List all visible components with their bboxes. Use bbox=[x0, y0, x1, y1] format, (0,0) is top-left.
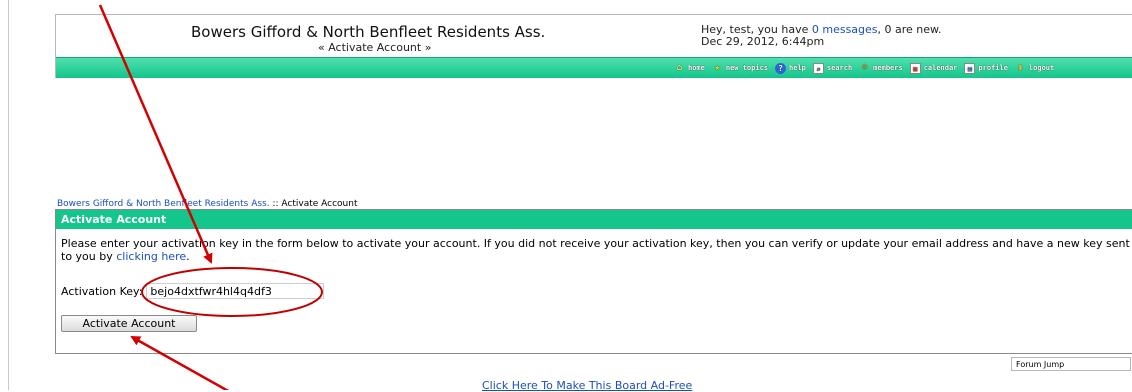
nav-help-label: help bbox=[789, 64, 806, 72]
breadcrumb-current: Activate Account bbox=[281, 199, 358, 209]
breadcrumb-separator: :: bbox=[269, 199, 282, 209]
nav-home[interactable]: ⌂ home bbox=[674, 63, 705, 74]
calendar-icon: ▦ bbox=[909, 62, 921, 74]
instructions-end: . bbox=[186, 250, 190, 263]
nav-logout-label: logout bbox=[1028, 64, 1055, 72]
breadcrumb-forum-link[interactable]: Bowers Gifford & North Benfleet Resident… bbox=[57, 199, 270, 209]
instructions-text: Please enter your activation key in the … bbox=[61, 237, 1130, 263]
site-header: Bowers Gifford & North Benfleet Resident… bbox=[55, 14, 1132, 78]
nav-new-topics-label: new topics bbox=[725, 64, 769, 72]
nav-help[interactable]: ? help bbox=[775, 62, 806, 74]
forum-jump-select[interactable]: Forum Jump bbox=[1011, 357, 1131, 371]
nav-new-topics[interactable]: ★ new topics bbox=[712, 63, 768, 74]
site-title: Bowers Gifford & North Benfleet Resident… bbox=[191, 23, 546, 41]
greeting-suffix: , 0 are new. bbox=[877, 23, 942, 36]
nav-members[interactable]: ☺ members bbox=[859, 63, 903, 74]
nav-home-label: home bbox=[688, 64, 705, 72]
members-icon: ☺ bbox=[861, 62, 868, 73]
search-icon: ⌕ bbox=[812, 62, 824, 74]
panel-instructions: Please enter your activation key in the … bbox=[61, 237, 1131, 263]
activate-account-panel: Activate Account Please enter your activ… bbox=[55, 209, 1132, 354]
page-subtitle: « Activate Account » bbox=[318, 41, 432, 54]
nav-search[interactable]: ⌕ search bbox=[812, 62, 853, 74]
clicking-here-link[interactable]: clicking here bbox=[116, 250, 186, 263]
nav-bar: ⌂ home ★ new topics ? help ⌕ search ☺ members… bbox=[56, 57, 1132, 78]
activation-key-label: Activation Key: bbox=[61, 284, 143, 298]
nav-items: ⌂ home ★ new topics ? help ⌕ search ☺ members… bbox=[674, 61, 1054, 75]
home-icon: ⌂ bbox=[676, 62, 683, 73]
activation-key-input[interactable] bbox=[146, 283, 325, 299]
star-icon: ★ bbox=[714, 62, 721, 73]
nav-search-label: search bbox=[826, 64, 853, 72]
nav-calendar-label: calendar bbox=[923, 64, 958, 72]
help-icon: ? bbox=[775, 62, 787, 74]
logout-icon: ▮ bbox=[1017, 62, 1024, 73]
panel-title: Activate Account bbox=[56, 210, 1132, 229]
left-divider bbox=[8, 0, 9, 390]
nav-profile[interactable]: ▤ profile bbox=[964, 62, 1008, 74]
profile-icon: ▤ bbox=[964, 62, 976, 74]
activation-key-row: Activation Key: bbox=[61, 283, 325, 299]
nav-profile-label: profile bbox=[978, 64, 1008, 72]
user-greeting: Hey, test, you have 0 messages, 0 are ne… bbox=[701, 24, 942, 48]
current-datetime: Dec 29, 2012, 6:44pm bbox=[701, 35, 825, 48]
nav-logout[interactable]: ▮ logout bbox=[1015, 62, 1055, 74]
ad-free-link[interactable]: Click Here To Make This Board Ad-Free bbox=[482, 379, 692, 392]
activate-account-button[interactable]: Activate Account bbox=[61, 315, 197, 332]
breadcrumb: Bowers Gifford & North Benfleet Resident… bbox=[57, 199, 357, 209]
nav-calendar[interactable]: ▦ calendar bbox=[909, 62, 958, 74]
nav-members-label: members bbox=[873, 64, 903, 72]
